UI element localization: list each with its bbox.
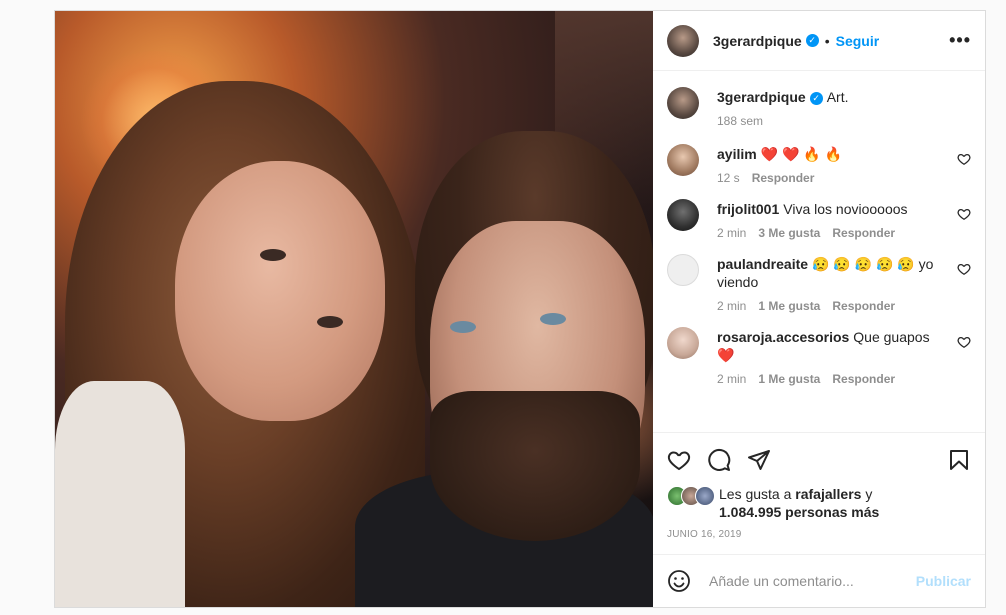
post-sidebar: 3gerardpique ✓ • Seguir ••• 3gerardpique… bbox=[653, 11, 985, 607]
follow-button[interactable]: Seguir bbox=[836, 33, 880, 49]
likes-count[interactable]: 1.084.995 personas más bbox=[719, 504, 879, 520]
comment-meta: 12 s Responder bbox=[717, 171, 941, 185]
comment-row: ayilim ❤️ ❤️ 🔥 🔥 12 s Responder bbox=[667, 144, 971, 185]
comment-body: paulandreaite 😥 😥 😥 😥 😥 yo viendo 2 min 1 … bbox=[717, 254, 971, 313]
liker-avatar bbox=[695, 486, 715, 506]
like-heart-icon[interactable] bbox=[667, 448, 691, 472]
comment-body: rosaroja.accesorios Que guapos ❤️ 2 min 1 … bbox=[717, 327, 971, 386]
comment-row: rosaroja.accesorios Que guapos ❤️ 2 min 1 … bbox=[667, 327, 971, 386]
publish-button[interactable]: Publicar bbox=[916, 573, 971, 589]
caption-row: 3gerardpique ✓ Art. 188 sem bbox=[667, 87, 971, 128]
caption-meta: 188 sem bbox=[717, 114, 941, 128]
author-username[interactable]: 3gerardpique bbox=[713, 33, 802, 49]
likes-summary: Les gusta a rafajallers y 1.084.995 pers… bbox=[667, 485, 971, 521]
comment-bubble-icon[interactable] bbox=[707, 448, 731, 472]
caption-age: 188 sem bbox=[717, 114, 764, 128]
liker-avatars[interactable] bbox=[667, 486, 719, 506]
commenter-avatar[interactable] bbox=[667, 327, 699, 359]
comment-text: Viva los noviooooos bbox=[783, 201, 908, 217]
comment-text: ❤️ ❤️ 🔥 🔥 bbox=[760, 146, 843, 162]
caption-text-line: 3gerardpique ✓ Art. bbox=[717, 88, 941, 106]
post-card: 3gerardpique ✓ • Seguir ••• 3gerardpique… bbox=[54, 10, 986, 608]
emoji-smiley-icon[interactable] bbox=[667, 569, 691, 593]
post-date[interactable]: JUNIO 16, 2019 bbox=[667, 529, 971, 554]
post-actions: Les gusta a rafajallers y 1.084.995 pers… bbox=[653, 432, 985, 554]
comment-likes-count[interactable]: 3 Me gusta bbox=[758, 226, 820, 240]
photo-eye bbox=[540, 313, 566, 325]
comment-username[interactable]: frijolit001 bbox=[717, 201, 779, 217]
share-paper-plane-icon[interactable] bbox=[747, 448, 771, 472]
like-comment-heart-icon[interactable] bbox=[957, 152, 971, 166]
photo-eye bbox=[450, 321, 476, 333]
photo-woman-shirt bbox=[55, 381, 185, 607]
verified-badge-icon: ✓ bbox=[809, 91, 823, 105]
comments-list[interactable]: 3gerardpique ✓ Art. 188 sem ayilim ❤️ ❤️ 🔥 … bbox=[653, 71, 985, 432]
comment-likes-count[interactable]: 1 Me gusta bbox=[758, 372, 820, 386]
comment-text-line: paulandreaite 😥 😥 😥 😥 😥 yo viendo bbox=[717, 255, 941, 291]
default-avatar-icon[interactable] bbox=[667, 254, 699, 286]
caption-text: Art. bbox=[826, 89, 849, 105]
photo-woman-face bbox=[175, 161, 385, 421]
comment-username[interactable]: ayilim bbox=[717, 146, 757, 162]
reply-button[interactable]: Responder bbox=[752, 171, 815, 185]
action-icons bbox=[667, 445, 971, 475]
photo-eye bbox=[260, 249, 286, 261]
reply-button[interactable]: Responder bbox=[832, 226, 895, 240]
commenter-avatar[interactable] bbox=[667, 199, 699, 231]
save-bookmark-icon[interactable] bbox=[947, 448, 971, 472]
author-avatar[interactable] bbox=[667, 87, 699, 119]
author-avatar[interactable] bbox=[667, 24, 699, 57]
post-photo[interactable] bbox=[55, 11, 653, 607]
photo-man-beard bbox=[430, 391, 640, 541]
likes-and: y bbox=[865, 486, 873, 502]
comment-text-line: ayilim ❤️ ❤️ 🔥 🔥 bbox=[717, 145, 941, 163]
more-options-icon[interactable]: ••• bbox=[949, 30, 971, 51]
verified-badge-icon: ✓ bbox=[805, 34, 819, 47]
commenter-avatar[interactable] bbox=[667, 144, 699, 176]
reply-button[interactable]: Responder bbox=[832, 372, 895, 386]
like-comment-heart-icon[interactable] bbox=[957, 262, 971, 276]
comment-username[interactable]: paulandreaite bbox=[717, 256, 808, 272]
like-comment-heart-icon[interactable] bbox=[957, 335, 971, 349]
post-header: 3gerardpique ✓ • Seguir ••• bbox=[653, 11, 985, 71]
add-comment-bar: Publicar bbox=[653, 554, 985, 607]
comment-input[interactable] bbox=[707, 572, 916, 590]
comment-meta: 2 min 1 Me gusta Responder bbox=[717, 299, 941, 313]
comment-meta: 2 min 1 Me gusta Responder bbox=[717, 372, 941, 386]
comment-meta: 2 min 3 Me gusta Responder bbox=[717, 226, 941, 240]
comment-time: 2 min bbox=[717, 299, 747, 313]
comment-text-line: rosaroja.accesorios Que guapos ❤️ bbox=[717, 328, 941, 364]
comment-body: frijolit001 Viva los noviooooos 2 min 3 Me… bbox=[717, 199, 971, 240]
comment-username[interactable]: rosaroja.accesorios bbox=[717, 329, 849, 345]
photo-eye bbox=[317, 316, 343, 328]
like-comment-heart-icon[interactable] bbox=[957, 207, 971, 221]
comment-time: 2 min bbox=[717, 372, 747, 386]
reply-button[interactable]: Responder bbox=[832, 299, 895, 313]
likes-text: Les gusta a rafajallers y 1.084.995 pers… bbox=[719, 485, 879, 521]
comment-likes-count[interactable]: 1 Me gusta bbox=[758, 299, 820, 313]
separator-dot: • bbox=[824, 32, 830, 49]
comment-body: ayilim ❤️ ❤️ 🔥 🔥 12 s Responder bbox=[717, 144, 971, 185]
comment-time: 2 min bbox=[717, 226, 747, 240]
comment-row: frijolit001 Viva los noviooooos 2 min 3 Me… bbox=[667, 199, 971, 240]
comment-row: paulandreaite 😥 😥 😥 😥 😥 yo viendo 2 min 1 … bbox=[667, 254, 971, 313]
caption-username[interactable]: 3gerardpique bbox=[717, 89, 806, 105]
comment-time: 12 s bbox=[717, 171, 740, 185]
likes-prefix: Les gusta a bbox=[719, 486, 792, 502]
caption-body: 3gerardpique ✓ Art. 188 sem bbox=[717, 87, 971, 128]
comment-text-line: frijolit001 Viva los noviooooos bbox=[717, 200, 941, 218]
liker-username[interactable]: rafajallers bbox=[795, 486, 861, 502]
